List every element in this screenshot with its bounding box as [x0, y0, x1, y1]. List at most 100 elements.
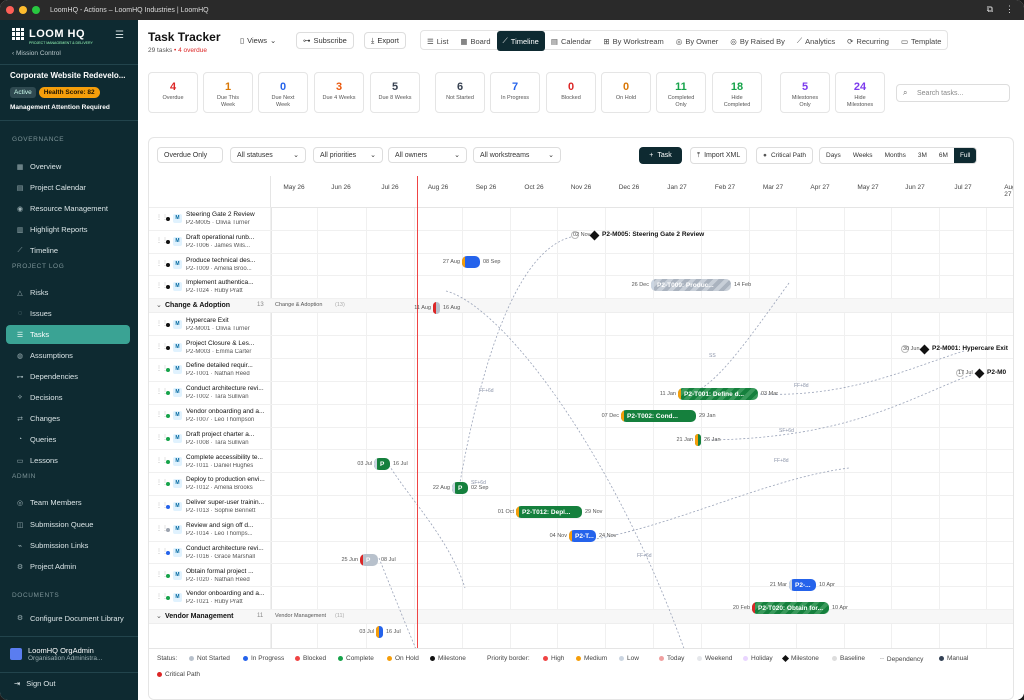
maximize-window-button[interactable] — [32, 6, 40, 14]
gantt-bar[interactable] — [462, 256, 480, 268]
table-row[interactable]: ⋮⋮ M Steering Gate 2 Review P2-M005 · Olivi… — [149, 208, 1013, 231]
table-row[interactable]: ⋮⋮ M Obtain formal project ... P2-T020 · Na… — [149, 565, 1013, 588]
task-name[interactable]: Conduct architecture revi... — [186, 545, 266, 552]
stat-card-due-next-week[interactable]: 0 Due Next Week — [258, 72, 308, 113]
task-name[interactable]: Produce technical des... — [186, 257, 266, 264]
owner-filter[interactable]: All owners ⌄ — [388, 147, 467, 163]
gantt-bar[interactable]: P — [374, 458, 390, 470]
table-row[interactable]: ⋮⋮ M Deliver super-user trainin... P2-T013 … — [149, 496, 1013, 519]
chevron-down-icon[interactable]: ⌄ — [156, 612, 162, 620]
milestone-label[interactable]: P2-M001: Hypercare Exit — [932, 345, 1008, 352]
critical-path-toggle[interactable]: ● Critical Path — [756, 147, 813, 164]
task-name[interactable]: Review and sign off d... — [186, 522, 266, 529]
task-name[interactable]: Deliver super-user trainin... — [186, 499, 266, 506]
table-row[interactable]: ⋮⋮ M Vendor onboarding and a... P2-T007 · L… — [149, 405, 1013, 428]
overdue-only-filter[interactable]: Overdue Only — [157, 147, 223, 163]
task-name[interactable]: Vendor onboarding and a... — [186, 408, 266, 415]
zoom-full[interactable]: Full — [953, 148, 977, 163]
chevron-down-icon[interactable]: ⌄ — [156, 301, 162, 309]
sidebar-item-resource-management[interactable]: ◉ Resource Management — [6, 199, 130, 218]
tab-board[interactable]: ▦ Board — [454, 31, 496, 51]
gantt-bar[interactable]: P — [452, 482, 468, 494]
gantt-bar[interactable]: P2-T001: Define d... — [678, 388, 758, 400]
more-icon[interactable]: ⋮ — [1005, 4, 1014, 15]
sidebar-item-tasks[interactable]: ☰ Tasks — [6, 325, 130, 344]
sidebar-item-project-admin[interactable]: ⚙ Project Admin — [6, 557, 130, 576]
table-row[interactable]: ⋮⋮ M Produce technical des... P2-T009 · Ame… — [149, 254, 1013, 277]
menu-icon[interactable]: ☰ — [115, 30, 124, 41]
task-name[interactable]: Hypercare Exit — [186, 317, 266, 324]
stat-card-due-8-weeks[interactable]: 5 Due 8 Weeks — [370, 72, 420, 113]
search-input[interactable]: ⌕ Search tasks... — [896, 84, 1010, 102]
tab-template[interactable]: ▭ Template — [895, 31, 948, 51]
export-button[interactable]: ⤓ Export — [364, 32, 407, 49]
group-header-vendor-management[interactable]: ⌄ Vendor Management 11 Vendor Management (11… — [149, 610, 1013, 625]
minimize-window-button[interactable] — [19, 6, 27, 14]
close-window-button[interactable] — [6, 6, 14, 14]
table-row[interactable]: ⋮⋮ M Deploy to production envi... P2-T012 ·… — [149, 473, 1013, 497]
task-name[interactable]: Steering Gate 2 Review — [186, 211, 266, 218]
gantt-bar[interactable]: P2-T... — [569, 530, 596, 542]
sidebar-item-highlight-reports[interactable]: ▥ Highlight Reports — [6, 220, 130, 239]
mission-control-link[interactable]: ‹ Mission Control — [12, 50, 61, 57]
sign-out-button[interactable]: ⇥ Sign Out — [14, 679, 55, 688]
zoom-weeks[interactable]: Weeks — [847, 148, 879, 163]
tab-timeline[interactable]: ⟋ Timeline — [496, 31, 545, 51]
sidebar-item-dependencies[interactable]: ⊶ Dependencies — [6, 367, 130, 386]
priority-filter[interactable]: All priorities ⌄ — [313, 147, 383, 163]
task-name[interactable]: Obtain formal project ... — [186, 568, 266, 575]
tab-by-owner[interactable]: ◎ By Owner — [670, 31, 724, 51]
table-row[interactable]: ⋮⋮ M Vendor onboarding and a... P2-T021 · R… — [149, 587, 1013, 611]
gantt-bar[interactable]: P2-... — [789, 579, 816, 591]
gantt-bar[interactable]: P2-T002: Cond... — [621, 410, 696, 422]
sidebar-item-configure-document-library[interactable]: ⚙ Configure Document Library — [6, 612, 130, 638]
table-row[interactable]: ⋮⋮ M Complete accessibility te... P2-T011 ·… — [149, 451, 1013, 474]
subscribe-button[interactable]: ⊶ Subscribe — [296, 32, 354, 49]
sidebar-item-overview[interactable]: ▦ Overview — [6, 157, 130, 176]
stat-card-overdue[interactable]: 4 Overdue — [148, 72, 198, 113]
sidebar-item-assumptions[interactable]: ◍ Assumptions — [6, 346, 130, 365]
sidebar-item-decisions[interactable]: ⟡ Decisions — [6, 388, 130, 407]
sidebar-item-queries[interactable]: ◔ Queries — [6, 430, 130, 449]
stat-card-milestones-only[interactable]: 5 Milestones Only — [780, 72, 830, 113]
sidebar-item-risks[interactable]: △ Risks — [6, 283, 130, 302]
gantt-bar[interactable]: P — [360, 554, 378, 566]
table-row[interactable]: ⋮⋮ M Conduct architecture revi... P2-T016 ·… — [149, 542, 1013, 565]
task-name[interactable]: Conduct architecture revi... — [186, 385, 266, 392]
gantt-bar[interactable] — [376, 626, 383, 638]
task-name[interactable]: Project Closure & Les... — [186, 340, 266, 347]
stat-card-due-4-weeks[interactable]: 3 Due 4 Weeks — [314, 72, 364, 113]
table-row[interactable]: ⋮⋮ M Conduct architecture revi... P2-T002 ·… — [149, 382, 1013, 405]
logo[interactable]: LOOM HQ PROJECT MANAGEMENT & DELIVERY — [12, 28, 93, 45]
gantt-bar[interactable]: P2-T020: Obtain for... — [752, 602, 829, 614]
task-name[interactable]: Implement authentica... — [186, 279, 266, 286]
tab-by-workstream[interactable]: ⊞ By Workstream — [597, 31, 669, 51]
table-row[interactable]: ⋮⋮ M Hypercare Exit P2-M001 · Olivia Turner — [149, 314, 1013, 337]
stat-card-hide-completed[interactable]: 18 Hide Completed — [712, 72, 762, 113]
gantt-bar[interactable]: P2-T012: Depl... — [516, 506, 582, 518]
stat-card-due-this-week[interactable]: 1 Due This Week — [203, 72, 253, 113]
tab-list[interactable]: ☰ List — [421, 31, 454, 51]
gantt-bar[interactable] — [695, 434, 701, 446]
task-name[interactable]: Draft project charter a... — [186, 431, 266, 438]
zoom-6m[interactable]: 6M — [933, 148, 954, 163]
table-row[interactable]: ⋮⋮ M Implement authentica... P2-T024 · Ruby… — [149, 276, 1013, 300]
views-dropdown[interactable]: ▯ Views ⌄ — [234, 32, 282, 49]
tab-analytics[interactable]: ⟋ Analytics — [791, 31, 841, 51]
sidebar-item-submission-links[interactable]: ⌁ Submission Links — [6, 536, 130, 555]
project-name[interactable]: Corporate Website Redevelo... — [10, 71, 132, 80]
task-name[interactable]: Deploy to production envi... — [186, 476, 266, 483]
stat-card-in-progress[interactable]: 7 In Progress — [490, 72, 540, 113]
table-row[interactable]: ⋮⋮ M Draft project charter a... P2-T008 · T… — [149, 428, 1013, 451]
stat-card-on-hold[interactable]: 0 On Hold — [601, 72, 651, 113]
table-row[interactable]: ⋮⋮ M Project Closure & Les... P2-M003 · Emm… — [149, 337, 1013, 360]
stat-card-blocked[interactable]: 0 Blocked — [546, 72, 596, 113]
sidebar-item-changes[interactable]: ⇄ Changes — [6, 409, 130, 428]
task-name[interactable]: Vendor onboarding and a... — [186, 590, 266, 597]
sidebar-item-project-calendar[interactable]: ▤ Project Calendar — [6, 178, 130, 197]
sidebar-item-timeline[interactable]: ⟋ Timeline — [6, 241, 130, 260]
sidebar-item-submission-queue[interactable]: ◫ Submission Queue — [6, 515, 130, 534]
group-header-change-adoption[interactable]: ⌄ Change & Adoption 13 Change & Adoption (13… — [149, 299, 1013, 314]
stat-card-completed-only[interactable]: 11 Completed Only — [656, 72, 706, 113]
stat-card-hide-milestones[interactable]: 24 Hide Milestones — [835, 72, 885, 113]
